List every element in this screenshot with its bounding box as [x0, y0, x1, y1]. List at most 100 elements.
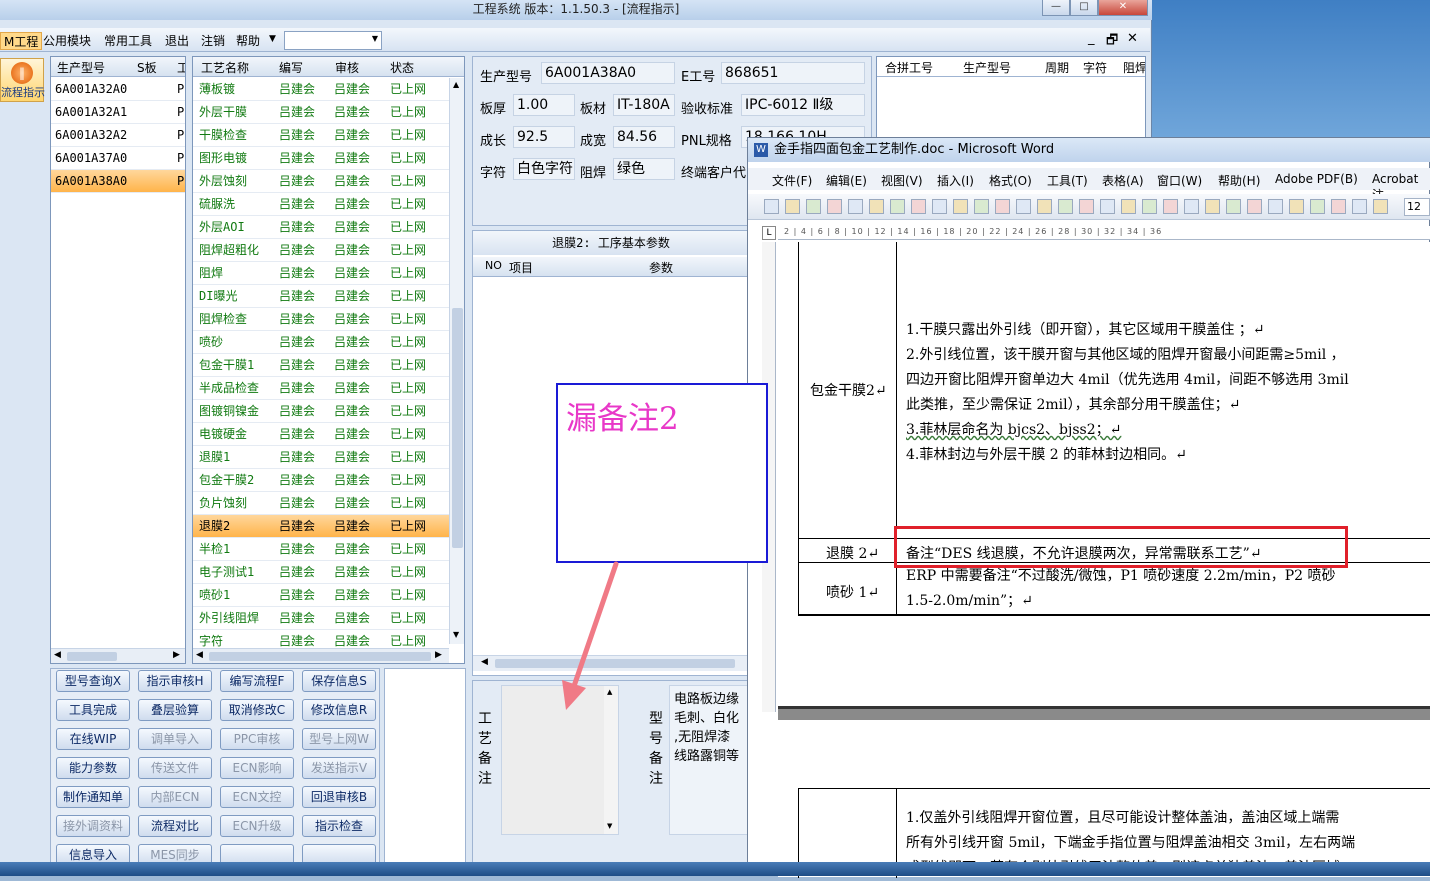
process-row[interactable]: 半检1 吕建会 吕建会 已上网: [193, 538, 449, 561]
mdi-close-button[interactable]: ✕: [1127, 31, 1138, 46]
toolbar-icon[interactable]: [1037, 199, 1052, 214]
process-row[interactable]: 电子测试1 吕建会 吕建会 已上网: [193, 561, 449, 584]
material-field[interactable]: IT-180A: [613, 94, 675, 116]
word-menu-format[interactable]: 格式(O): [989, 172, 1032, 189]
word-menu-edit[interactable]: 编辑(E): [826, 172, 867, 189]
menu-engineering[interactable]: M工程: [0, 32, 43, 50]
toolbar-icon[interactable]: [1079, 199, 1094, 214]
soldermask-field[interactable]: 绿色: [613, 158, 675, 180]
process-row[interactable]: 外层AOI 吕建会 吕建会 已上网: [193, 216, 449, 239]
process-row[interactable]: 包金干膜1 吕建会 吕建会 已上网: [193, 354, 449, 377]
acceptance-std-field[interactable]: IPC-6012 Ⅱ级: [741, 94, 865, 116]
toolbar-icon[interactable]: [848, 199, 863, 214]
menu-logout[interactable]: 注销: [198, 32, 228, 50]
toolbar-icon[interactable]: [1226, 199, 1241, 214]
menu-combo-select[interactable]: ▼: [284, 31, 382, 50]
toolbar-icon[interactable]: [785, 199, 800, 214]
action-button[interactable]: 编写流程F: [220, 670, 294, 692]
col-header-merge-no[interactable]: 合拼工号: [885, 59, 933, 76]
action-button[interactable]: 流程对比: [138, 815, 212, 837]
process-row[interactable]: 外层蚀刻 吕建会 吕建会 已上网: [193, 170, 449, 193]
col-header-s-board[interactable]: S板: [137, 59, 157, 76]
col-header-process-name[interactable]: 工艺名称: [201, 59, 249, 76]
action-button[interactable]: 传送文件: [138, 757, 212, 779]
process-row[interactable]: 图形电镀 吕建会 吕建会 已上网: [193, 147, 449, 170]
width-field[interactable]: 84.56: [613, 126, 675, 148]
action-button[interactable]: 指示审核H: [138, 670, 212, 692]
toolbar-icon[interactable]: [995, 199, 1010, 214]
process-row[interactable]: 负片蚀刻 吕建会 吕建会 已上网: [193, 492, 449, 515]
toolbar-icon[interactable]: [1142, 199, 1157, 214]
toolbar-icon[interactable]: [806, 199, 821, 214]
menu-common-tools[interactable]: 常用工具: [101, 32, 155, 50]
process-row[interactable]: 喷砂1 吕建会 吕建会 已上网: [193, 584, 449, 607]
process-row[interactable]: 薄板镀 吕建会 吕建会 已上网: [193, 78, 449, 101]
scroll-thumb[interactable]: [452, 308, 463, 548]
word-menu-insert[interactable]: 插入(I): [937, 172, 974, 189]
word-menu-table[interactable]: 表格(A): [1102, 172, 1144, 189]
action-button[interactable]: 接外调资料: [56, 815, 130, 837]
process-row[interactable]: 阻焊 吕建会 吕建会 已上网: [193, 262, 449, 285]
process-row[interactable]: 外层干膜 吕建会 吕建会 已上网: [193, 101, 449, 124]
action-button[interactable]: 修改信息R: [302, 699, 376, 721]
help-dropdown-arrow-icon[interactable]: ▼: [269, 34, 276, 44]
word-menu-file[interactable]: 文件(F): [772, 172, 812, 189]
model-row[interactable]: 6A001A32A0 P1: [51, 78, 185, 101]
menu-exit[interactable]: 退出: [162, 32, 192, 50]
font-size-box[interactable]: 12: [1404, 198, 1430, 216]
action-button[interactable]: 指示检查: [302, 815, 376, 837]
action-button[interactable]: 制作通知单: [56, 786, 130, 808]
tab-stop-selector[interactable]: L: [762, 226, 776, 240]
maximize-button[interactable]: □: [1070, 0, 1098, 16]
action-button[interactable]: 型号查询X: [56, 670, 130, 692]
action-button[interactable]: 型号上网W: [302, 728, 376, 750]
toolbar-icon[interactable]: [1058, 199, 1073, 214]
toolbar-icon[interactable]: [1016, 199, 1031, 214]
toolbar-icon[interactable]: [953, 199, 968, 214]
toolbar-icon[interactable]: [1184, 199, 1199, 214]
process-row[interactable]: 喷砂 吕建会 吕建会 已上网: [193, 331, 449, 354]
process-row[interactable]: 包金干膜2 吕建会 吕建会 已上网: [193, 469, 449, 492]
model-row[interactable]: 6A001A32A1 P1: [51, 101, 185, 124]
scroll-thumb[interactable]: [67, 652, 117, 661]
e-number-field[interactable]: 868651: [721, 62, 865, 84]
model-remark-textarea[interactable]: 电路板边缘 毛刺、白化 ,无阻焊漆 线路露铜等: [669, 685, 751, 835]
action-button[interactable]: 能力参数: [56, 757, 130, 779]
thickness-field[interactable]: 1.00: [513, 94, 575, 116]
toolbar-icon[interactable]: [911, 199, 926, 214]
toolbar-icon[interactable]: [827, 199, 842, 214]
action-button[interactable]: 调单导入: [138, 728, 212, 750]
toolbar-icon[interactable]: [1373, 199, 1388, 214]
menu-help[interactable]: 帮助: [233, 32, 263, 50]
model-row[interactable]: 6A001A38A0 P1: [51, 170, 185, 193]
toolbar-icon[interactable]: [764, 199, 779, 214]
action-button[interactable]: 叠层验算: [138, 699, 212, 721]
process-row[interactable]: 阻焊超粗化 吕建会 吕建会 已上网: [193, 239, 449, 262]
model-row[interactable]: 6A001A32A2 P1: [51, 124, 185, 147]
action-button[interactable]: ECN影响: [220, 757, 294, 779]
col-header-period[interactable]: 周期: [1045, 59, 1069, 76]
col-header-status[interactable]: 状态: [390, 59, 414, 76]
col-header-reviewer[interactable]: 审核: [335, 59, 359, 76]
process-row[interactable]: 硫脲洗 吕建会 吕建会 已上网: [193, 193, 449, 216]
process-row[interactable]: DI曝光 吕建会 吕建会 已上网: [193, 285, 449, 308]
word-menu-window[interactable]: 窗口(W): [1157, 172, 1202, 189]
toolbar-icon[interactable]: [1100, 199, 1115, 214]
close-button[interactable]: ✕: [1098, 0, 1148, 16]
action-button[interactable]: 内部ECN: [138, 786, 212, 808]
toolbar-icon[interactable]: [1205, 199, 1220, 214]
word-menu-tools[interactable]: 工具(T): [1047, 172, 1088, 189]
col-header-model[interactable]: 生产型号: [57, 59, 105, 76]
toolbar-icon[interactable]: [1121, 199, 1136, 214]
process-indicator-nav-button[interactable]: ‖ 流程指示: [0, 58, 45, 102]
mdi-minimize-button[interactable]: _: [1088, 31, 1095, 46]
toolbar-icon[interactable]: [1352, 199, 1367, 214]
action-button[interactable]: 在线WIP: [56, 728, 130, 750]
word-menu-view[interactable]: 视图(V): [881, 172, 923, 189]
process-row[interactable]: 图镀铜镍金 吕建会 吕建会 已上网: [193, 400, 449, 423]
action-button[interactable]: ECN文控: [220, 786, 294, 808]
prod-model-field[interactable]: 6A001A38A0: [541, 62, 675, 84]
length-field[interactable]: 92.5: [513, 126, 575, 148]
col-header-no[interactable]: NO: [485, 259, 502, 272]
process-row[interactable]: 外引线阻焊 吕建会 吕建会 已上网: [193, 607, 449, 630]
